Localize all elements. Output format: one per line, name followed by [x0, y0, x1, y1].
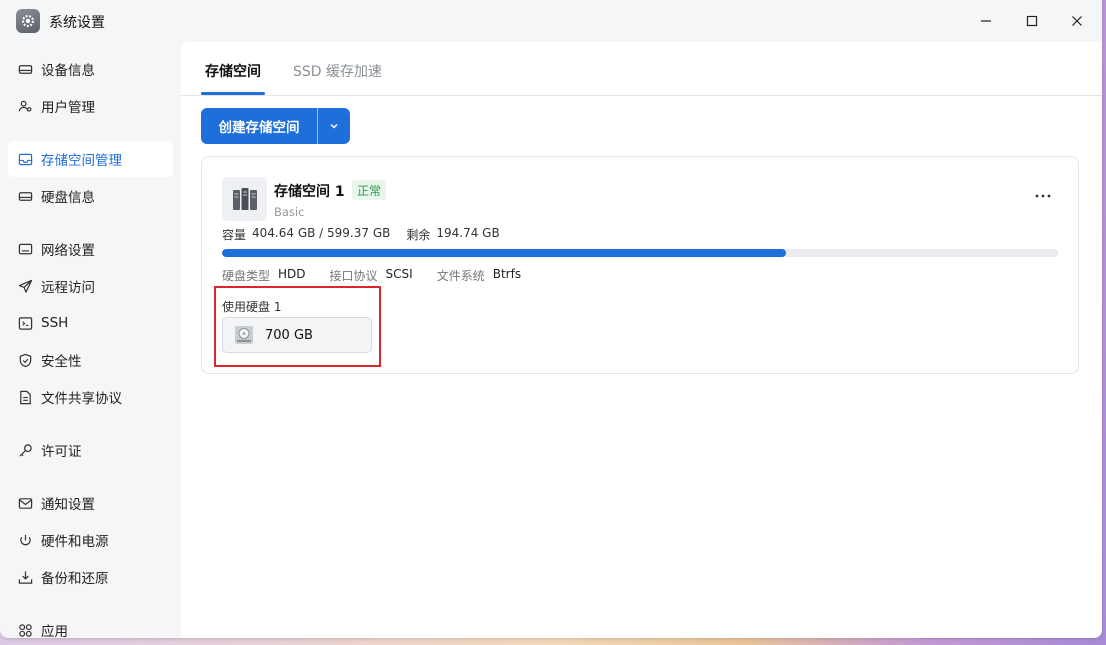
sidebar-item-users[interactable]: 用户管理: [8, 88, 173, 124]
sidebar-item-label: 通知设置: [41, 497, 95, 513]
storage-pool-card: 存储空间 1 正常 Basic 容量 404.64 GB / 599.37 GB…: [201, 156, 1079, 374]
sidebar-item-storage[interactable]: 存储空间管理: [8, 141, 173, 177]
maximize-button[interactable]: [1009, 6, 1055, 36]
sidebar-item-label: 备份和还原: [41, 571, 109, 587]
status-badge: 正常: [352, 180, 387, 200]
hard-drive-icon: [17, 61, 33, 77]
capacity-label: 容量: [222, 228, 247, 242]
apps-icon: [17, 622, 33, 638]
used-disks-label: 使用硬盘 1: [222, 300, 282, 314]
more-options-button[interactable]: [1032, 189, 1054, 203]
users-icon: [17, 98, 33, 114]
sidebar-item-label: 文件共享协议: [41, 391, 122, 407]
sidebar-item-device-info[interactable]: 设备信息: [8, 51, 173, 87]
send-icon: [17, 278, 33, 294]
free-label: 剩余: [406, 228, 431, 242]
monitor-icon: [17, 241, 33, 257]
file-icon: [17, 389, 33, 405]
sidebar-item-label: 硬件和电源: [41, 534, 109, 550]
sidebar-item-security[interactable]: 安全性: [8, 342, 173, 378]
sidebar-item-label: 存储空间管理: [41, 153, 122, 169]
sidebar-item-disk-info[interactable]: 硬盘信息: [8, 178, 173, 214]
mail-icon: [17, 495, 33, 511]
free-value: 194.74 GB: [436, 226, 500, 240]
create-options-dropdown-button[interactable]: [318, 108, 350, 144]
key-icon: [17, 442, 33, 458]
sidebar-item-label: 设备信息: [41, 63, 95, 79]
terminal-icon: [17, 315, 33, 331]
interface-value: SCSI: [385, 267, 413, 281]
sidebar-item-notifications[interactable]: 通知设置: [8, 485, 173, 521]
backup-icon: [17, 569, 33, 585]
sidebar-item-label: 许可证: [41, 444, 82, 460]
sidebar-item-label: 远程访问: [41, 280, 95, 296]
tab-ssd-cache[interactable]: SSD 缓存加速: [293, 61, 382, 81]
shield-icon: [17, 352, 33, 368]
sidebar-item-network[interactable]: 网络设置: [8, 231, 173, 267]
sidebar-item-file-sharing[interactable]: 文件共享协议: [8, 379, 173, 415]
disk-chip[interactable]: 700 GB: [222, 317, 372, 353]
hdd-icon: [235, 326, 253, 344]
server-rack-icon: [222, 177, 267, 221]
sidebar-item-ssh[interactable]: SSH: [8, 305, 173, 341]
sidebar-item-hardware-power[interactable]: 硬件和电源: [8, 522, 173, 558]
active-tab-indicator: [201, 92, 265, 95]
pool-raid-type: Basic: [274, 205, 305, 219]
interface-label: 接口协议: [329, 269, 378, 283]
window-title: 系统设置: [49, 15, 105, 31]
sidebar: 设备信息 用户管理 存储空间管理 硬盘信息 网络设置 远程访问 SSH 安全性: [0, 42, 181, 638]
sidebar-item-label: 应用: [41, 624, 68, 638]
disk-icon: [17, 188, 33, 204]
sidebar-item-label: 安全性: [41, 354, 82, 370]
create-storage-split-button: 创建存储空间: [201, 108, 350, 144]
capacity-progress-fill: [222, 249, 787, 257]
capacity-value: 404.64 GB / 599.37 GB: [252, 226, 391, 240]
disk-type-label: 硬盘类型: [222, 269, 271, 283]
main-panel: 存储空间 SSD 缓存加速 创建存储空间 存储空间 1 正常 Basic 容量 …: [181, 42, 1102, 638]
close-button[interactable]: [1054, 6, 1100, 36]
disk-size: 700 GB: [265, 327, 313, 343]
sidebar-item-label: 硬盘信息: [41, 190, 95, 206]
disk-type-value: HDD: [278, 267, 306, 281]
filesystem-value: Btrfs: [492, 267, 522, 281]
close-icon: [1072, 16, 1082, 26]
inbox-icon: [17, 151, 33, 167]
sidebar-item-label: 网络设置: [41, 243, 95, 259]
sidebar-item-license[interactable]: 许可证: [8, 432, 173, 468]
power-icon: [17, 532, 33, 548]
title-bar: 系统设置: [0, 0, 1102, 42]
capacity-row: 容量 404.64 GB / 599.37 GB 剩余 194.74 GB: [222, 226, 506, 243]
create-storage-button[interactable]: 创建存储空间: [201, 108, 317, 144]
settings-gear-icon: [16, 9, 40, 33]
minimize-icon: [981, 20, 991, 22]
settings-window: 系统设置 设备信息 用户管理 存储空间管理 硬盘信息 网络设置 远程访问 SSH…: [0, 0, 1102, 638]
pool-name: 存储空间 1: [274, 184, 345, 200]
tab-storage[interactable]: 存储空间: [205, 61, 261, 81]
tab-bar: 存储空间 SSD 缓存加速: [181, 42, 1102, 96]
maximize-icon: [1026, 15, 1038, 27]
pool-meta-row: 硬盘类型 HDD 接口协议 SCSI 文件系统 Btrfs: [222, 267, 545, 284]
chevron-down-icon: [330, 123, 338, 129]
sidebar-item-label: 用户管理: [41, 100, 95, 116]
filesystem-label: 文件系统: [436, 269, 485, 283]
sidebar-item-remote-access[interactable]: 远程访问: [8, 268, 173, 304]
capacity-progress-bar: [222, 249, 1058, 257]
minimize-button[interactable]: [963, 6, 1009, 36]
sidebar-item-apps[interactable]: 应用: [8, 612, 173, 638]
sidebar-item-label: SSH: [41, 315, 69, 331]
sidebar-item-backup[interactable]: 备份和还原: [8, 559, 173, 595]
more-icon: [1035, 194, 1051, 198]
